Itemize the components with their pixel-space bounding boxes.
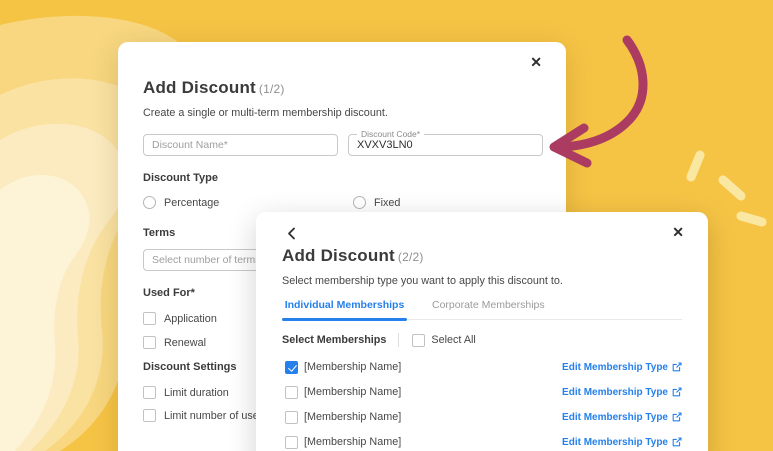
checkbox-limit-duration-label: Limit duration bbox=[164, 387, 229, 399]
select-all-checkbox[interactable] bbox=[412, 334, 425, 347]
edit-link-label: Edit Membership Type bbox=[562, 362, 668, 373]
edit-membership-type-link[interactable]: Edit Membership Type bbox=[562, 412, 682, 423]
edit-link-label: Edit Membership Type bbox=[562, 412, 668, 423]
tab-individual-memberships[interactable]: Individual Memberships bbox=[282, 299, 407, 319]
modal2-step-indicator: (2/2) bbox=[398, 250, 424, 264]
membership-checkbox[interactable] bbox=[285, 361, 298, 374]
edit-link-label: Edit Membership Type bbox=[562, 437, 668, 448]
checkbox-limit-number-of-use-label: Limit number of use bbox=[164, 410, 259, 422]
membership-row: [Membership Name] Edit Membership Type bbox=[282, 385, 682, 399]
radio-percentage-label: Percentage bbox=[164, 197, 219, 209]
membership-name: [Membership Name] bbox=[304, 361, 401, 373]
radio-circle-icon[interactable] bbox=[143, 196, 156, 209]
membership-tabs: Individual Memberships Corporate Members… bbox=[282, 299, 682, 320]
select-all-label: Select All bbox=[431, 334, 475, 346]
page-title: Add Discount(2/2) bbox=[282, 246, 682, 266]
edit-link-label: Edit Membership Type bbox=[562, 387, 668, 398]
modal2-title-text: Add Discount bbox=[282, 246, 395, 265]
checkbox-application-label: Application bbox=[164, 313, 217, 325]
page-background: ✕ Add Discount(1/2) Create a single or m… bbox=[0, 0, 773, 451]
checkbox-icon[interactable] bbox=[143, 312, 156, 325]
checkbox-icon[interactable] bbox=[143, 336, 156, 349]
checkbox-icon[interactable] bbox=[143, 409, 156, 422]
external-link-icon bbox=[672, 437, 682, 447]
radio-circle-icon[interactable] bbox=[353, 196, 366, 209]
discount-name-placeholder: Discount Name* bbox=[152, 139, 228, 151]
membership-row: [Membership Name] Edit Membership Type bbox=[282, 360, 682, 374]
modal2-subtitle: Select membership type you want to apply… bbox=[282, 275, 682, 287]
membership-name: [Membership Name] bbox=[304, 411, 401, 423]
membership-row: [Membership Name] Edit Membership Type bbox=[282, 410, 682, 424]
page-title: Add Discount(1/2) bbox=[143, 78, 543, 98]
membership-checkbox[interactable] bbox=[285, 436, 298, 449]
modal1-step-indicator: (1/2) bbox=[259, 82, 285, 96]
edit-membership-type-link[interactable]: Edit Membership Type bbox=[562, 362, 682, 373]
external-link-icon bbox=[672, 412, 682, 422]
external-link-icon bbox=[672, 362, 682, 372]
edit-membership-type-link[interactable]: Edit Membership Type bbox=[562, 437, 682, 448]
select-memberships-label: Select Memberships bbox=[282, 334, 386, 346]
tab-corporate-memberships[interactable]: Corporate Memberships bbox=[432, 299, 545, 319]
membership-name: [Membership Name] bbox=[304, 436, 401, 448]
modal1-title-text: Add Discount bbox=[143, 78, 256, 97]
discount-name-input[interactable]: Discount Name* bbox=[143, 134, 338, 156]
discount-type-label: Discount Type bbox=[143, 172, 543, 184]
close-icon[interactable]: ✕ bbox=[530, 55, 542, 69]
membership-name: [Membership Name] bbox=[304, 386, 401, 398]
membership-checkbox[interactable] bbox=[285, 411, 298, 424]
external-link-icon bbox=[672, 387, 682, 397]
vertical-divider bbox=[398, 333, 399, 347]
membership-checkbox[interactable] bbox=[285, 386, 298, 399]
checkbox-renewal-label: Renewal bbox=[164, 337, 206, 349]
radio-fixed[interactable]: Fixed bbox=[353, 196, 400, 209]
membership-row: [Membership Name] Edit Membership Type bbox=[282, 435, 682, 449]
discount-code-label: Discount Code* bbox=[357, 129, 424, 139]
checkbox-icon[interactable] bbox=[143, 386, 156, 399]
radio-percentage[interactable]: Percentage bbox=[143, 196, 353, 209]
radio-fixed-label: Fixed bbox=[374, 197, 400, 209]
discount-code-value: XVXV3LN0 bbox=[357, 139, 413, 151]
back-icon[interactable] bbox=[287, 227, 296, 240]
membership-list: [Membership Name] Edit Membership Type [… bbox=[282, 360, 682, 449]
edit-membership-type-link[interactable]: Edit Membership Type bbox=[562, 387, 682, 398]
discount-code-input[interactable]: Discount Code* XVXV3LN0 bbox=[348, 134, 543, 156]
terms-placeholder: Select number of terms* bbox=[152, 254, 265, 266]
close-icon[interactable]: ✕ bbox=[672, 225, 684, 239]
add-discount-modal-step2: ✕ Add Discount(2/2) Select membership ty… bbox=[256, 212, 708, 451]
modal1-subtitle: Create a single or multi-term membership… bbox=[143, 107, 543, 119]
